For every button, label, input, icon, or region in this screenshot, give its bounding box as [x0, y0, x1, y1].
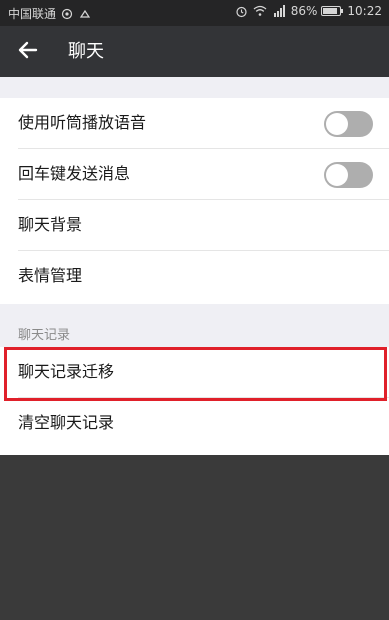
status-bar: 中国联通 86% 10:22 — [0, 0, 389, 26]
alarm-icon — [235, 4, 249, 18]
setting-label: 清空聊天记录 — [18, 413, 115, 432]
setting-chat-background[interactable]: 聊天背景 — [0, 200, 389, 251]
setting-label: 回车键发送消息 — [18, 164, 131, 183]
back-button[interactable] — [12, 37, 44, 67]
setting-label: 聊天记录迁移 — [18, 362, 115, 381]
navigation-bar: 聊天 — [0, 26, 389, 77]
setting-sticker-management[interactable]: 表情管理 — [0, 251, 389, 302]
clear-chat-history[interactable]: 清空聊天记录 — [0, 398, 389, 449]
page-title: 聊天 — [68, 41, 104, 62]
setting-label: 使用听筒播放语音 — [18, 113, 147, 132]
setting-enter-send-row: 回车键发送消息 — [0, 149, 389, 200]
chat-history-migrate[interactable]: 聊天记录迁移 — [0, 347, 389, 398]
status-left: 中国联通 — [8, 5, 92, 22]
signal-icon — [271, 4, 287, 18]
toggle-knob — [326, 164, 348, 186]
battery-icon — [321, 6, 344, 16]
battery-level — [323, 8, 338, 14]
setting-label: 聊天背景 — [18, 215, 83, 234]
section-header-chat-history: 聊天记录 — [18, 328, 71, 343]
clock: 10:22 — [347, 4, 382, 18]
setting-label: 表情管理 — [18, 266, 83, 285]
carrier-name: 中国联通 — [8, 7, 57, 21]
earpiece-toggle[interactable] — [324, 111, 373, 137]
general-settings-group: 使用听筒播放语音 回车键发送消息 聊天背景 表情管理 — [0, 98, 389, 304]
weibo-icon — [60, 7, 74, 21]
chat-history-group: 聊天记录迁移 清空聊天记录 — [0, 347, 389, 455]
status-right: 86% 10:22 — [235, 4, 382, 18]
setting-earpiece-row: 使用听筒播放语音 — [0, 98, 389, 149]
battery-percent: 86% — [290, 4, 318, 18]
settings-content: 使用听筒播放语音 回车键发送消息 聊天背景 表情管理 聊天记录 聊天记录迁移 清… — [0, 77, 389, 455]
arrow-left-icon — [18, 41, 38, 63]
toggle-knob — [326, 113, 348, 135]
wifi-icon — [253, 4, 267, 18]
enter-send-toggle[interactable] — [324, 162, 373, 188]
chat-settings-screen: 中国联通 86% 10:22 聊天 使用听筒播放语音 回车键发送消息 聊天背景 … — [0, 0, 389, 620]
notification-icon — [78, 7, 92, 21]
